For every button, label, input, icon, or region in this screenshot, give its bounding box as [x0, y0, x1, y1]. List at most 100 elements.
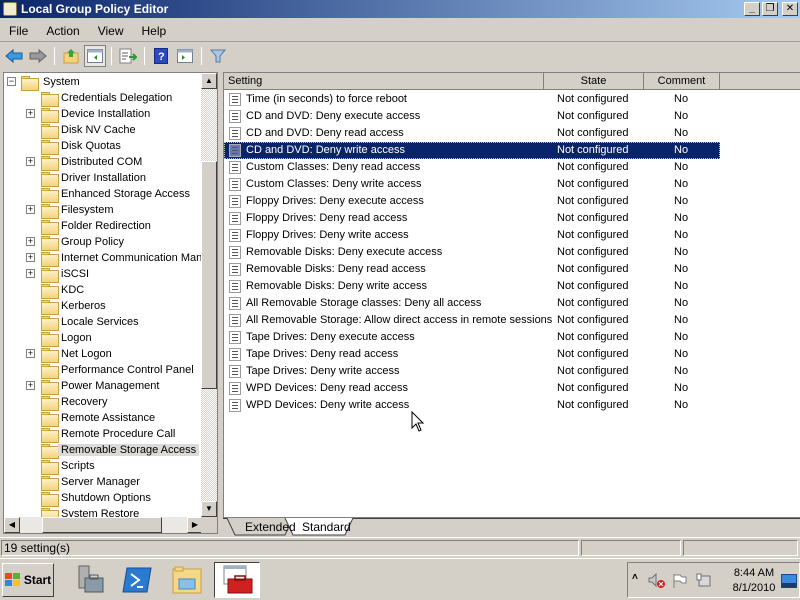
policy-setting-icon [229, 331, 241, 344]
setting-row[interactable]: Floppy Drives: Deny write access Not conf… [224, 227, 720, 244]
expand-icon[interactable]: + [26, 381, 35, 390]
tree-item[interactable]: Enhanced Storage Access [4, 186, 203, 203]
tree-item[interactable]: + Distributed COM [4, 154, 203, 171]
expand-icon[interactable]: + [26, 205, 35, 214]
scroll-up-button[interactable]: ▲ [201, 73, 217, 89]
horizontal-scroll-thumb[interactable] [42, 517, 162, 533]
tree-item[interactable]: Locale Services [4, 314, 203, 331]
tree-item[interactable]: + Group Policy [4, 234, 203, 251]
setting-row[interactable]: Tape Drives: Deny execute access Not conf… [224, 329, 720, 346]
taskbar-powershell[interactable] [114, 562, 160, 598]
show-hidden-icons-chevron[interactable]: ˄ [632, 572, 638, 583]
tree-item[interactable]: Folder Redirection [4, 218, 203, 235]
setting-row[interactable]: Custom Classes: Deny read access Not conf… [224, 159, 720, 176]
clock[interactable]: 8:44 AM 8/1/2010 [728, 566, 780, 596]
tree-vertical-scrollbar[interactable]: ▲ ▼ [201, 73, 217, 517]
tree-item-system[interactable]: − System [4, 74, 203, 91]
setting-row[interactable]: All Removable Storage: Allow direct acce… [224, 312, 720, 329]
setting-row[interactable]: All Removable Storage classes: Deny all … [224, 295, 720, 312]
help-button[interactable]: ? [150, 45, 172, 67]
menu-action[interactable]: Action [37, 24, 88, 38]
setting-state: Not configured [557, 229, 629, 241]
tree-item[interactable]: KDC [4, 282, 203, 299]
tree-item[interactable]: Driver Installation [4, 170, 203, 187]
tree-item[interactable]: Removable Storage Access [4, 442, 203, 459]
taskbar-windows-explorer[interactable] [164, 562, 210, 598]
scroll-thumb[interactable] [201, 161, 217, 389]
setting-row[interactable]: WPD Devices: Deny write access Not config… [224, 397, 720, 414]
setting-row[interactable]: Removable Disks: Deny read access Not con… [224, 261, 720, 278]
collapse-icon[interactable]: − [7, 77, 16, 86]
tree-item[interactable]: + Device Installation [4, 106, 203, 123]
forward-button[interactable] [27, 45, 49, 67]
show-desktop-icon[interactable] [781, 574, 797, 588]
tree-item[interactable]: Kerberos [4, 298, 203, 315]
tree-pane: − System Credentials Delegation + Device Ins… [3, 72, 218, 534]
scroll-left-button[interactable]: ◀ [4, 517, 20, 533]
expand-icon[interactable]: + [26, 253, 35, 262]
show-hide-tree-button[interactable] [84, 45, 106, 67]
taskbar-group-policy-editor[interactable] [214, 562, 260, 598]
tree-item[interactable]: Credentials Delegation [4, 90, 203, 107]
setting-row[interactable]: Floppy Drives: Deny read access Not confi… [224, 210, 720, 227]
setting-row[interactable]: Removable Disks: Deny execute access Not … [224, 244, 720, 261]
filter-button[interactable] [207, 45, 229, 67]
menu-help[interactable]: Help [133, 24, 176, 38]
expand-icon[interactable]: + [26, 349, 35, 358]
setting-row[interactable]: CD and DVD: Deny read access Not configur… [224, 125, 720, 142]
scroll-down-button[interactable]: ▼ [201, 501, 217, 517]
tree-item-label: Shutdown Options [61, 492, 151, 504]
network-icon[interactable] [696, 573, 712, 589]
setting-row[interactable]: Custom Classes: Deny write access Not con… [224, 176, 720, 193]
export-list-button[interactable] [117, 45, 139, 67]
tree-item[interactable]: Scripts [4, 458, 203, 475]
setting-row[interactable]: Tape Drives: Deny write access Not config… [224, 363, 720, 380]
tree-item[interactable]: + Filesystem [4, 202, 203, 219]
menu-view[interactable]: View [89, 24, 133, 38]
tree-item[interactable]: + Power Management [4, 378, 203, 395]
action-center-flag-icon[interactable] [672, 573, 688, 589]
expand-icon[interactable]: + [26, 237, 35, 246]
column-header-state[interactable]: State [544, 73, 644, 90]
start-button[interactable]: Start [2, 563, 54, 597]
back-button[interactable] [3, 45, 25, 67]
expand-icon[interactable]: + [26, 109, 35, 118]
folder-icon [41, 396, 59, 411]
tree-horizontal-scrollbar[interactable]: ◀ ▶ [4, 517, 203, 533]
taskbar-server-manager[interactable] [66, 562, 112, 598]
setting-row[interactable]: CD and DVD: Deny execute access Not confi… [224, 108, 720, 125]
setting-row[interactable]: Floppy Drives: Deny execute access Not co… [224, 193, 720, 210]
menu-file[interactable]: File [0, 24, 37, 38]
minimize-button[interactable]: _ [744, 2, 760, 16]
expand-icon[interactable]: + [26, 157, 35, 166]
restore-button[interactable]: ❐ [762, 2, 778, 16]
tree-item[interactable]: + Internet Communication Management [4, 250, 217, 267]
tree-item[interactable]: + Net Logon [4, 346, 203, 363]
tree-item[interactable]: Remote Procedure Call [4, 426, 203, 443]
setting-row[interactable]: WPD Devices: Deny read access Not configu… [224, 380, 720, 397]
tab-standard[interactable]: Standard [292, 519, 361, 536]
volume-muted-icon[interactable] [648, 573, 666, 589]
tree-item[interactable]: Disk NV Cache [4, 122, 203, 139]
tree-item[interactable]: Recovery [4, 394, 203, 411]
setting-row[interactable]: CD and DVD: Deny write access Not configu… [224, 142, 720, 159]
policy-setting-icon [229, 348, 241, 361]
setting-name: CD and DVD: Deny execute access [246, 110, 421, 122]
tree-item[interactable]: Disk Quotas [4, 138, 203, 155]
setting-row[interactable]: Tape Drives: Deny read access Not configu… [224, 346, 720, 363]
tree-item[interactable]: Server Manager [4, 474, 203, 491]
tree-item[interactable]: Logon [4, 330, 203, 347]
column-header-setting[interactable]: Setting [224, 73, 544, 90]
tree-item[interactable]: Remote Assistance [4, 410, 203, 427]
tree-item[interactable]: Shutdown Options [4, 490, 203, 507]
expand-icon[interactable]: + [26, 269, 35, 278]
up-one-level-button[interactable] [60, 45, 82, 67]
close-button[interactable]: ✕ [782, 2, 798, 16]
setting-name: Floppy Drives: Deny execute access [246, 195, 424, 207]
tree-item[interactable]: Performance Control Panel [4, 362, 203, 379]
setting-row[interactable]: Time (in seconds) to force reboot Not con… [224, 91, 720, 108]
show-hide-action-pane-button[interactable] [174, 45, 196, 67]
column-header-comment[interactable]: Comment [644, 73, 720, 90]
setting-row[interactable]: Removable Disks: Deny write access Not co… [224, 278, 720, 295]
tree-item[interactable]: + iSCSI [4, 266, 203, 283]
